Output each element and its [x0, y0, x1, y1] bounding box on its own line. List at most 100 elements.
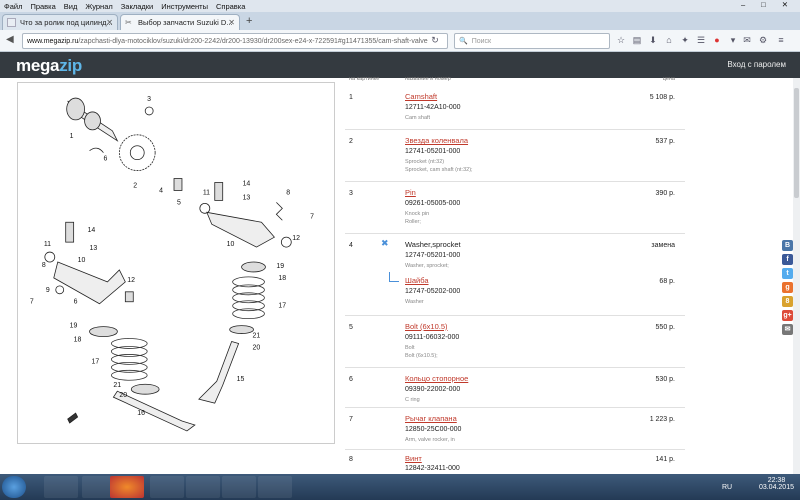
tab-video[interactable]: Что за ролик под цилинд... ✕ — [2, 14, 118, 30]
search-input[interactable]: 🔍 Поиск — [454, 33, 610, 49]
back-icon[interactable]: ◀ — [6, 34, 14, 45]
part-price: 537 р. — [655, 138, 675, 145]
part-row: 5 Bolt (6x10.5) 09111-06032-000 Bolt Bol… — [345, 316, 685, 368]
replacement-icon: ✖ — [381, 238, 389, 248]
part-row: 8 Винт 12842-32411-000 141 р. — [349, 454, 675, 472]
tab-close-icon[interactable]: ✕ — [228, 18, 235, 27]
part-price: 5 108 р. — [649, 94, 675, 101]
login-link[interactable]: Вход с паролем — [727, 60, 786, 69]
bookmarks-list-icon[interactable]: ▤ — [632, 35, 642, 45]
part-description: Arm, valve rocker, in — [405, 437, 455, 443]
part-price: 68 р. — [659, 278, 675, 285]
menu-item-history[interactable]: Журнал — [85, 2, 112, 11]
part-description: Washer, sprocket; — [405, 263, 449, 269]
part-code: 12741-05201-000 — [405, 148, 461, 155]
part-name-link[interactable]: Винт — [405, 454, 422, 463]
part-row: 2 Звезда коленвала 12741-05201-000 Sproc… — [345, 130, 685, 182]
replacement-part: Шайба 12747-05202-000 Washer 68 р. — [345, 272, 685, 312]
taskbar-app-browser[interactable] — [222, 476, 256, 498]
taskbar-app-folder[interactable] — [150, 476, 184, 498]
vk-icon[interactable]: В — [782, 240, 793, 251]
svg-text:14: 14 — [243, 180, 251, 187]
svg-text:7: 7 — [310, 213, 314, 220]
tab-close-icon[interactable]: ✕ — [106, 18, 113, 27]
minimize-icon[interactable]: – — [741, 0, 745, 9]
scrollbar-thumb[interactable] — [794, 88, 799, 198]
menu-item-view[interactable]: Вид — [64, 2, 78, 11]
part-row: 1 Camshaft 12711-42A10-000 Cam shaft 5 1… — [345, 84, 685, 130]
part-name-link[interactable]: Шайба — [405, 276, 429, 285]
page-icon — [7, 18, 16, 27]
system-clock[interactable]: 22:38 03.04.2015 — [759, 477, 794, 491]
part-code: 09261-05005-000 — [405, 200, 461, 207]
svg-text:11: 11 — [203, 189, 210, 196]
taskbar-app-tool[interactable] — [186, 476, 220, 498]
download-icon[interactable]: ⬇ — [648, 35, 658, 45]
menu-item-help[interactable]: Справка — [216, 2, 245, 11]
part-price: 550 р. — [655, 324, 675, 331]
taskbar-app-explorer[interactable] — [44, 476, 78, 498]
part-description-extra: Sprocket, cam shaft (nt:32); — [405, 167, 473, 173]
maximize-icon[interactable]: □ — [761, 0, 766, 9]
dropdown-icon[interactable]: ▾ — [728, 35, 738, 45]
svg-text:18: 18 — [278, 275, 286, 282]
svg-text:20: 20 — [119, 392, 127, 399]
extension-icon[interactable]: ⚙ — [758, 35, 768, 45]
column-header-number: на картинке — [349, 76, 380, 82]
start-button[interactable] — [2, 476, 26, 498]
part-name-link[interactable]: Рычаг клапана — [405, 414, 457, 423]
close-icon[interactable]: ✕ — [782, 0, 788, 9]
part-name-link[interactable]: Pin — [405, 188, 416, 197]
adblock-icon[interactable]: ● — [712, 35, 722, 45]
new-tab-icon[interactable]: + — [246, 15, 252, 27]
mailru-icon[interactable]: 8 — [782, 296, 793, 307]
home-icon[interactable]: ⌂ — [664, 35, 674, 45]
part-price: 530 р. — [655, 376, 675, 383]
megazip-logo[interactable]: megazip — [16, 56, 82, 76]
menu-item-file[interactable]: Файл — [4, 2, 22, 11]
part-name-link[interactable]: Bolt (6x10.5) — [405, 322, 448, 331]
svg-text:5: 5 — [177, 199, 181, 206]
svg-text:6: 6 — [74, 299, 78, 306]
part-price: 1 223 р. — [649, 416, 675, 423]
svg-text:13: 13 — [90, 245, 98, 252]
menu-item-bookmarks[interactable]: Закладки — [121, 2, 153, 11]
googleplus-icon[interactable]: g+ — [782, 310, 793, 321]
menu-item-tools[interactable]: Инструменты — [161, 2, 208, 11]
part-description-extra: Bolt (6x10.5); — [405, 353, 438, 359]
page-scrollbar[interactable] — [793, 78, 800, 474]
windows-taskbar: 22:38 03.04.2015 — [0, 474, 800, 500]
part-code: 12711-42A10-000 — [405, 104, 461, 111]
address-bar[interactable]: www.megazip.ru /zapchasti-dlya-motociklo… — [22, 33, 448, 49]
svg-text:10: 10 — [78, 257, 86, 264]
menu-icon[interactable]: ≡ — [776, 35, 786, 45]
part-description: Knock pin — [405, 211, 430, 217]
twitter-icon[interactable]: t — [782, 268, 793, 279]
facebook-icon[interactable]: f — [782, 254, 793, 265]
bookmark-star-icon[interactable]: ☆ — [616, 35, 626, 45]
taskbar-app-firefox[interactable] — [110, 476, 144, 498]
menu-item-edit[interactable]: Правка — [30, 2, 55, 11]
svg-text:8: 8 — [286, 189, 290, 196]
svg-text:10: 10 — [227, 241, 235, 248]
part-row: 3 Pin 09261-05005-000 Knock pin Roller; … — [345, 182, 685, 234]
url-path: /zapchasti-dlya-motociklov/suzuki/dr200-… — [78, 37, 428, 45]
language-indicator[interactable]: RU — [722, 484, 732, 491]
email-share-icon[interactable]: ✉ — [782, 324, 793, 335]
navigation-bar: ◀ www.megazip.ru /zapchasti-dlya-motocik… — [0, 30, 800, 52]
part-replacement-label: замена — [651, 242, 675, 249]
sync-icon[interactable]: ☰ — [696, 35, 706, 45]
chat-icon[interactable]: ✉ — [742, 35, 752, 45]
odnoklassniki-icon[interactable]: g — [782, 282, 793, 293]
reload-icon[interactable]: ↻ — [430, 35, 440, 45]
svg-text:18: 18 — [74, 337, 82, 344]
part-name-link[interactable]: Кольцо стопорное — [405, 374, 468, 383]
svg-text:20: 20 — [253, 344, 261, 351]
camshaft-valve-schematic: 3 1 6 2 4 5 11 14 13 8 7 10 12 19 18 17 … — [30, 96, 314, 432]
svg-text:4: 4 — [159, 187, 163, 194]
part-name-link[interactable]: Camshaft — [405, 92, 437, 101]
taskbar-app-other[interactable] — [258, 476, 292, 498]
tab-megazip[interactable]: ✂ Выбор запчасти Suzuki D... ✕ — [120, 14, 240, 30]
addon-icon[interactable]: ✦ — [680, 35, 690, 45]
part-name-link[interactable]: Звезда коленвала — [405, 136, 468, 145]
